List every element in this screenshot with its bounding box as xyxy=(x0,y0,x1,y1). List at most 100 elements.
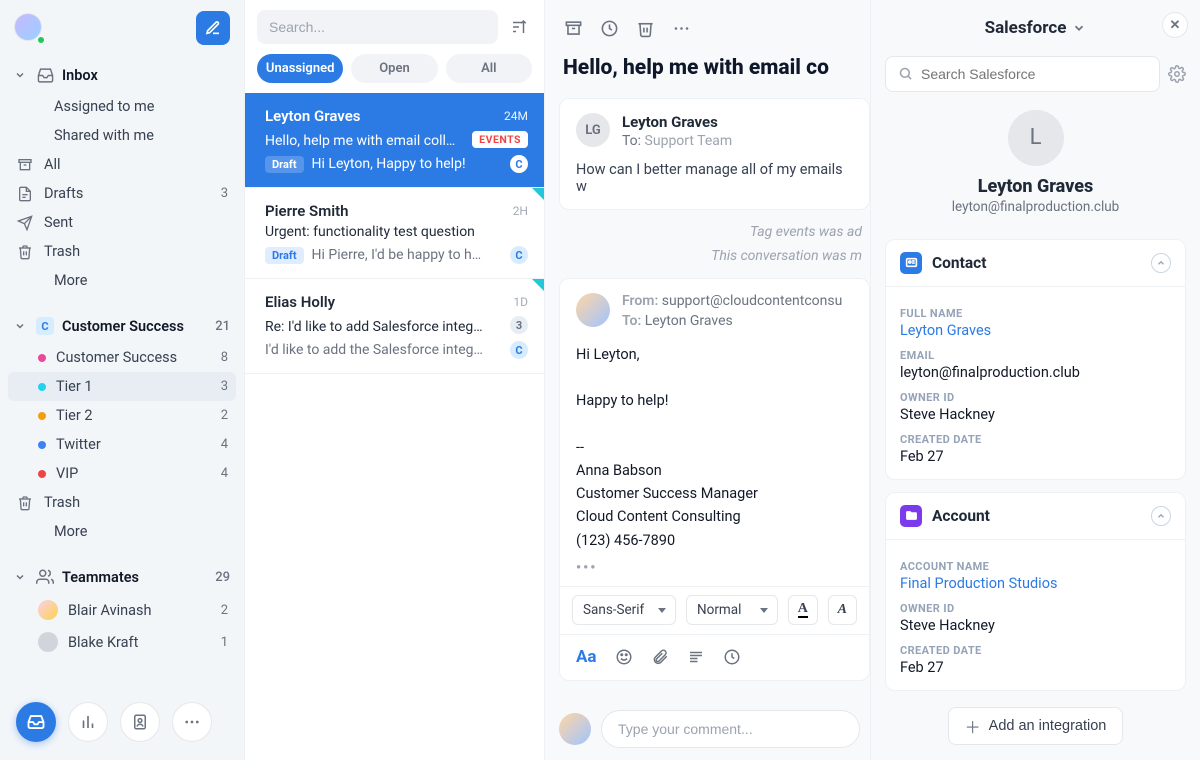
nav-all-label: All xyxy=(44,156,61,173)
compose-button[interactable] xyxy=(196,11,230,45)
color-dot-icon xyxy=(38,412,46,420)
field-value-link[interactable]: Leyton Graves xyxy=(900,322,1171,339)
contact-card-icon xyxy=(900,252,922,274)
cs-item-label: Twitter xyxy=(56,436,101,453)
conversation-preview: I'd like to add the Salesforce integ… xyxy=(265,342,502,358)
compose-body[interactable]: Hi Leyton, Happy to help! -- Anna Babson… xyxy=(560,329,869,560)
compose-draft-card: From: support@cloudcontentconsu To: Leyt… xyxy=(559,278,870,681)
conversation-item[interactable]: Pierre Smith2H Urgent: functionality tes… xyxy=(245,188,544,279)
analytics-tab-button[interactable] xyxy=(68,702,108,742)
conversation-name: Pierre Smith xyxy=(265,202,349,220)
panel-header[interactable]: Salesforce ✕ xyxy=(871,0,1200,56)
to-label: To: xyxy=(622,133,641,149)
canned-response-button[interactable] xyxy=(687,648,705,666)
compose-format-toolbar: Sans-Serif Normal A A xyxy=(560,586,869,634)
conversation-search-input[interactable] xyxy=(257,10,498,44)
sf-search-input[interactable] xyxy=(921,66,1147,82)
tab-open[interactable]: Open xyxy=(351,54,437,83)
conversation-scroll[interactable]: Leyton Graves24M Hello, help me with ema… xyxy=(245,93,544,374)
inbox-tab-button[interactable] xyxy=(16,702,56,742)
user-avatar[interactable] xyxy=(14,13,44,43)
contact-name: Leyton Graves xyxy=(885,176,1186,197)
attachment-button[interactable] xyxy=(651,648,669,666)
teammates-header[interactable]: Teammates 29 xyxy=(8,560,236,594)
close-panel-button[interactable]: ✕ xyxy=(1162,12,1188,38)
nav-inbox-more[interactable]: More xyxy=(8,266,236,295)
sidebar-top xyxy=(0,0,244,56)
draft-chip: Draft xyxy=(265,156,304,173)
italic-button[interactable]: A xyxy=(828,595,858,625)
field-value: Feb 27 xyxy=(900,448,1171,465)
nav-assigned[interactable]: Assigned to me xyxy=(8,92,236,121)
contacts-tab-button[interactable] xyxy=(120,702,160,742)
select-value: Sans-Serif xyxy=(583,602,644,618)
field-label: CREATED DATE xyxy=(900,644,1171,657)
comment-author-avatar xyxy=(559,713,591,745)
inbox-icon xyxy=(27,713,45,731)
delete-button[interactable] xyxy=(635,18,655,38)
from-label: From: xyxy=(622,293,658,309)
account-card: Account ACCOUNT NAME Final Production St… xyxy=(885,492,1186,691)
schedule-button[interactable] xyxy=(723,648,741,666)
conversation-name: Leyton Graves xyxy=(265,107,361,125)
analytics-icon xyxy=(79,713,97,731)
tab-unassigned[interactable]: Unassigned xyxy=(257,54,343,83)
cs-item-customer-success[interactable]: Customer Success8 xyxy=(8,343,236,372)
nav-drafts[interactable]: Drafts 3 xyxy=(8,179,236,208)
teammate-item[interactable]: Blake Kraft1 xyxy=(8,626,236,658)
chevron-down-icon xyxy=(14,69,28,81)
cs-item-vip[interactable]: VIP4 xyxy=(8,459,236,488)
sf-search-input-wrap[interactable] xyxy=(885,56,1160,92)
collapse-button[interactable] xyxy=(1151,253,1171,273)
cs-item-label: VIP xyxy=(56,465,78,482)
nav-shared[interactable]: Shared with me xyxy=(8,121,236,150)
field-value-link[interactable]: Final Production Studios xyxy=(900,575,1171,592)
nav-sent[interactable]: Sent xyxy=(8,208,236,237)
cs-more[interactable]: More xyxy=(8,517,236,546)
field-label: EMAIL xyxy=(900,349,1171,362)
nav-all[interactable]: All xyxy=(8,150,236,179)
cs-item-twitter[interactable]: Twitter4 xyxy=(8,430,236,459)
sort-button[interactable] xyxy=(506,14,532,40)
teammates-header-count: 29 xyxy=(215,570,230,585)
text-color-button[interactable]: A xyxy=(788,595,818,625)
cs-item-label: Tier 1 xyxy=(56,378,93,395)
archive-button[interactable] xyxy=(563,18,583,38)
tab-all[interactable]: All xyxy=(446,54,532,83)
add-integration-button[interactable]: ＋ Add an integration xyxy=(948,707,1124,745)
font-size-select[interactable]: Normal xyxy=(686,595,778,625)
nav-assigned-label: Assigned to me xyxy=(54,98,154,115)
conversation-subject: Urgent: functionality test question xyxy=(265,224,528,240)
account-card-header[interactable]: Account xyxy=(886,493,1185,539)
cs-trash[interactable]: Trash xyxy=(8,488,236,517)
panel-settings-button[interactable] xyxy=(1168,65,1186,83)
select-value: Normal xyxy=(697,602,741,618)
cs-item-tier2[interactable]: Tier 22 xyxy=(8,401,236,430)
message-card[interactable]: LG Leyton Graves To: Support Team How ca… xyxy=(559,98,870,210)
snooze-button[interactable] xyxy=(599,18,619,38)
font-family-select[interactable]: Sans-Serif xyxy=(572,595,676,625)
more-actions-button[interactable] xyxy=(671,18,691,38)
field-value: leyton@finalproduction.club xyxy=(900,364,1171,381)
formatting-toggle-button[interactable]: Aa xyxy=(576,647,597,667)
cs-item-tier1[interactable]: Tier 13 xyxy=(8,372,236,401)
field-label: FULL NAME xyxy=(900,307,1171,320)
teammate-item[interactable]: Blair Avinash2 xyxy=(8,594,236,626)
conversation-time: 1D xyxy=(513,295,528,309)
trimmed-content-toggle[interactable]: ••• xyxy=(560,560,869,586)
nav-drafts-label: Drafts xyxy=(44,185,83,202)
conversation-item[interactable]: Leyton Graves24M Hello, help me with ema… xyxy=(245,93,544,188)
more-tab-button[interactable] xyxy=(172,702,212,742)
emoji-button[interactable] xyxy=(615,648,633,666)
thread-toolbar xyxy=(545,0,870,56)
contact-card-header[interactable]: Contact xyxy=(886,240,1185,286)
comment-input[interactable] xyxy=(601,710,860,748)
cs-header[interactable]: C Customer Success 21 xyxy=(8,309,236,343)
thread-pane: Hello, help me with email co LG Leyton G… xyxy=(544,0,870,760)
compose-icon xyxy=(205,20,221,36)
collapse-button[interactable] xyxy=(1151,506,1171,526)
nav-trash[interactable]: Trash xyxy=(8,237,236,266)
inbox-header[interactable]: Inbox xyxy=(8,58,236,92)
nav-inbox-more-label: More xyxy=(54,272,87,289)
conversation-item[interactable]: Elias Holly1D Re: I'd like to add Salesf… xyxy=(245,279,544,374)
